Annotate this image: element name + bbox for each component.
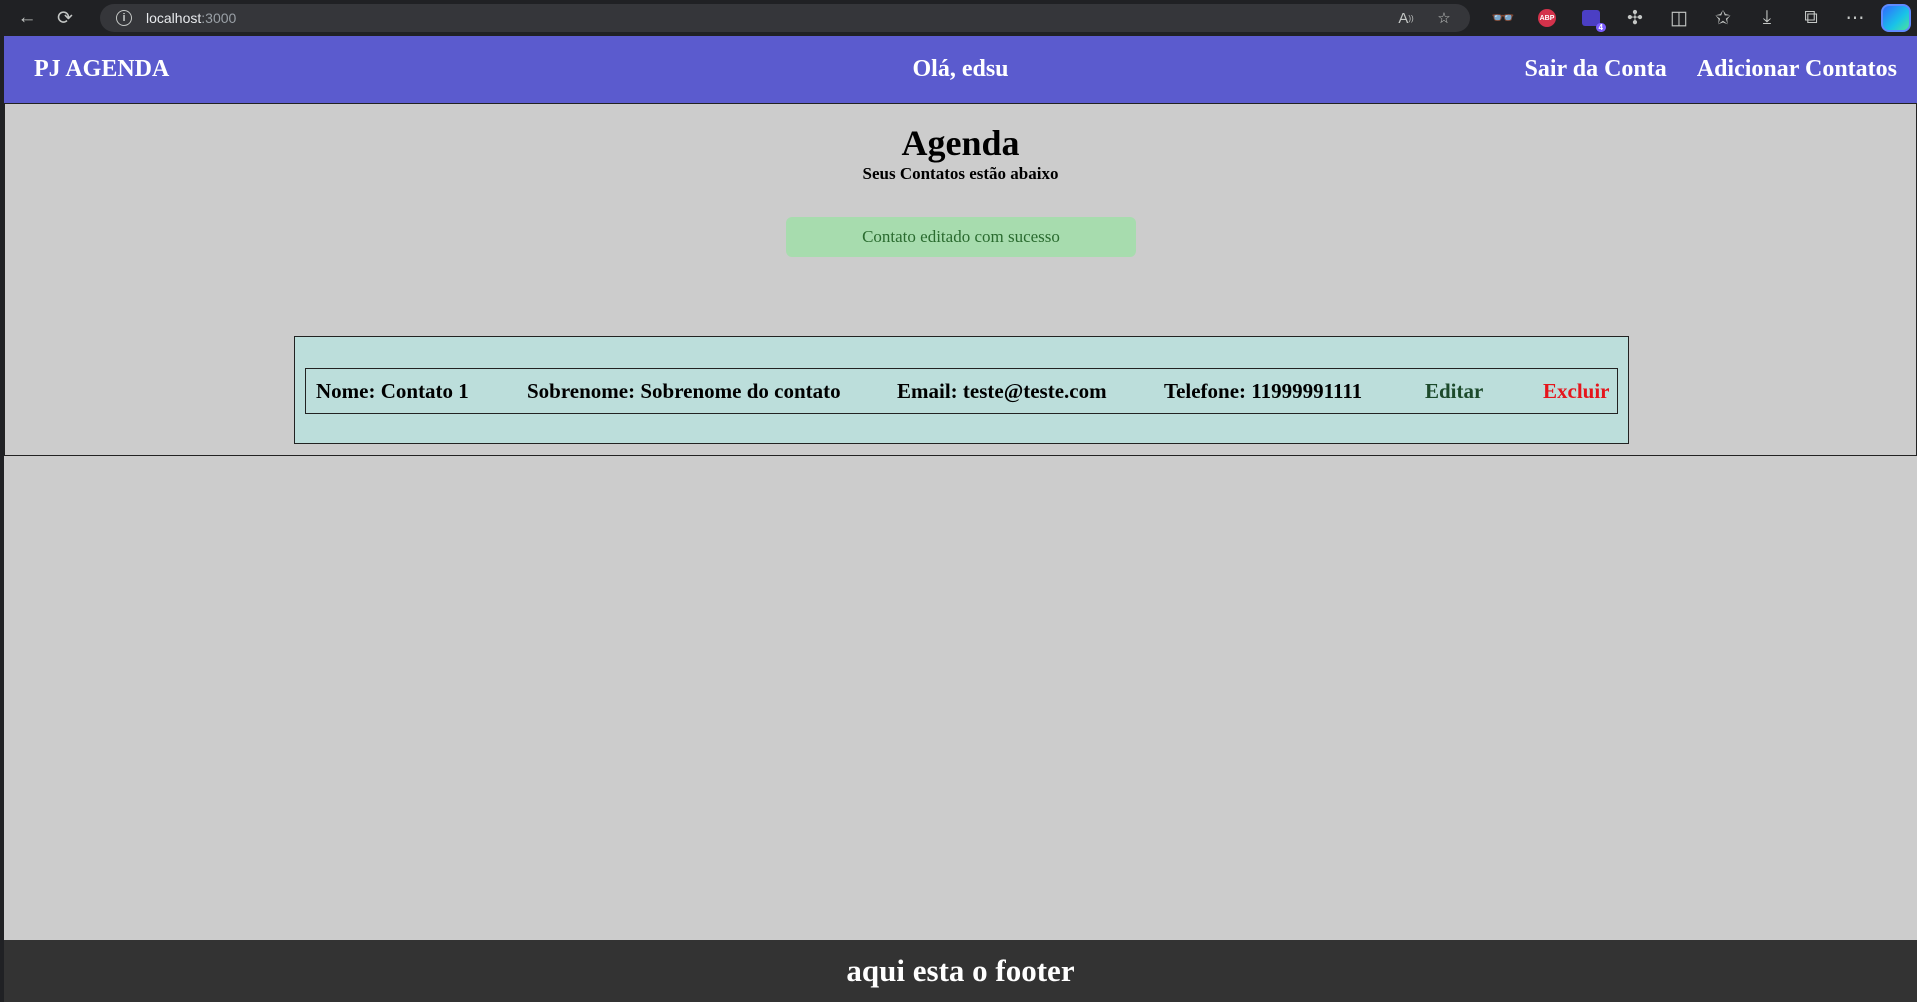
- extension-purple-icon[interactable]: 4: [1573, 3, 1609, 33]
- downloads-icon[interactable]: ⤓: [1749, 3, 1785, 33]
- brand-logo-link[interactable]: PJ AGENDA: [34, 56, 169, 83]
- browser-nav-buttons: ← ⟳: [10, 3, 82, 33]
- read-aloud-icon[interactable]: A)): [1392, 4, 1420, 32]
- app-header: PJ AGENDA Olá, edsu Sair da Conta Adicio…: [4, 36, 1917, 104]
- delete-contact-link[interactable]: Excluir: [1543, 379, 1610, 404]
- extensions-puzzle-icon[interactable]: ✣: [1617, 3, 1653, 33]
- edit-contact-link[interactable]: Editar: [1425, 379, 1483, 404]
- contact-surname: Sobrenome: Sobrenome do contato: [527, 379, 841, 403]
- url-port: :3000: [201, 10, 237, 26]
- reload-icon[interactable]: ⟳: [48, 3, 82, 33]
- url-host: localhost: [146, 10, 202, 26]
- logout-link[interactable]: Sair da Conta: [1524, 56, 1666, 83]
- address-bar[interactable]: i localhost:3000 A)) ☆: [100, 4, 1470, 32]
- extensions-area: 👓 ABP 4 ✣ ◫ ✩ ⤓ ⧉ ⋯: [1485, 3, 1917, 33]
- user-greeting: Olá, edsu: [912, 56, 1009, 82]
- back-icon[interactable]: ←: [10, 3, 44, 33]
- tracker-glasses-icon[interactable]: 👓: [1485, 3, 1521, 33]
- add-contacts-link[interactable]: Adicionar Contatos: [1697, 56, 1897, 83]
- main-content: Agenda Seus Contatos estão abaixo Contat…: [4, 104, 1917, 456]
- page-subtitle: Seus Contatos estão abaixo: [862, 164, 1059, 183]
- adblock-label: ABP: [1538, 9, 1556, 27]
- site-info-glyph: i: [122, 12, 126, 24]
- site-info-icon[interactable]: i: [116, 10, 132, 26]
- more-menu-icon[interactable]: ⋯: [1837, 3, 1873, 33]
- url-text[interactable]: localhost:3000: [146, 10, 236, 26]
- success-alert: Contato editado com sucesso: [786, 217, 1136, 257]
- favorite-star-icon[interactable]: ☆: [1430, 4, 1458, 32]
- split-screen-icon[interactable]: ◫: [1661, 3, 1697, 33]
- extension-badge: 4: [1595, 23, 1606, 32]
- collections-icon[interactable]: ⧉: [1793, 3, 1829, 33]
- header-nav: Sair da Conta Adicionar Contatos: [1524, 56, 1897, 83]
- adblock-icon[interactable]: ABP: [1529, 3, 1565, 33]
- page-title: Agenda: [901, 123, 1020, 163]
- contact-email: Email: teste@teste.com: [897, 379, 1107, 403]
- contacts-list: Nome: Contato 1 Sobrenome: Sobrenome do …: [294, 336, 1629, 444]
- contact-phone: Telefone: 11999991111: [1164, 379, 1363, 403]
- favorites-icon[interactable]: ✩: [1705, 3, 1741, 33]
- copilot-icon[interactable]: [1881, 4, 1911, 32]
- page-viewport: PJ AGENDA Olá, edsu Sair da Conta Adicio…: [4, 36, 1917, 1002]
- browser-toolbar: ← ⟳ i localhost:3000 A)) ☆ 👓 ABP 4 ✣ ◫ ✩…: [0, 0, 1917, 36]
- page-footer: aqui esta o footer: [4, 940, 1917, 1002]
- contact-name: Nome: Contato 1: [316, 379, 469, 403]
- contact-row: Nome: Contato 1 Sobrenome: Sobrenome do …: [305, 368, 1618, 414]
